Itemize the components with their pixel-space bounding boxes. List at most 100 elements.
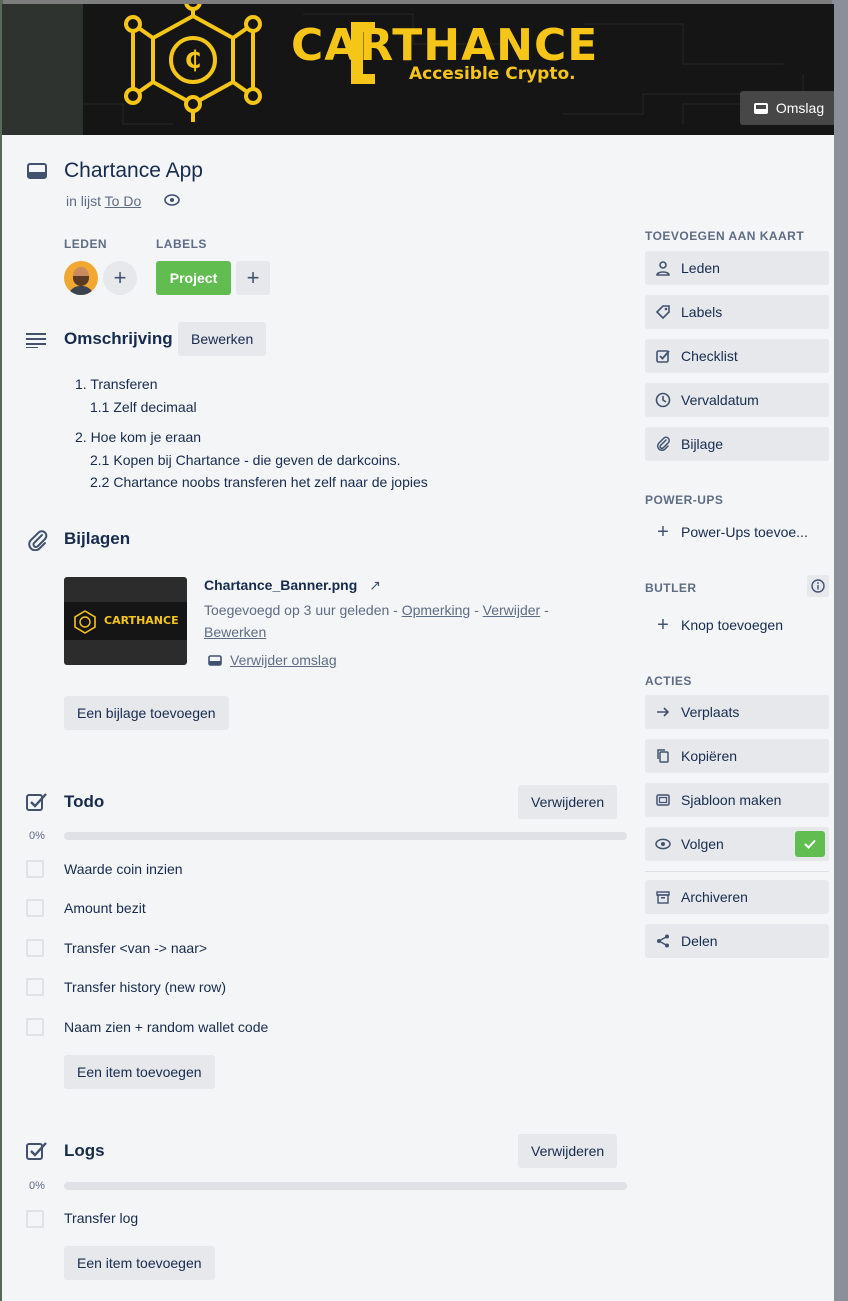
attachment-edit-link[interactable]: Bewerken [204, 624, 266, 640]
sidebar-copy-label: Kopiëren [681, 748, 738, 764]
actions-heading: ACTIES [645, 674, 692, 688]
cover-icon [753, 102, 768, 114]
member-avatar[interactable] [64, 261, 98, 295]
description-line-5: 2.2 Chartance noobs transferen het zelf … [90, 474, 428, 490]
description-edit-button[interactable]: Bewerken [178, 322, 267, 356]
remove-cover-action[interactable]: Verwijder omslag [208, 652, 337, 668]
checklist-item[interactable]: Naam zien + random wallet code [64, 1019, 268, 1035]
sidebar-attachment-button[interactable]: Bijlage [645, 427, 829, 461]
powerups-heading: POWER-UPS [645, 493, 724, 507]
cover-icon [208, 654, 222, 666]
person-icon [656, 261, 670, 276]
list-name-link[interactable]: To Do [105, 193, 142, 209]
sidebar-members-button[interactable]: Leden [645, 251, 829, 285]
checklist-item-checkbox[interactable] [26, 1210, 44, 1228]
sidebar-follow-button[interactable]: Volgen [645, 827, 829, 861]
checklist-item[interactable]: Transfer log [64, 1210, 138, 1226]
attachment-comment-link[interactable]: Opmerking [402, 602, 470, 618]
sidebar-members-label: Leden [681, 260, 720, 276]
checklist-item[interactable]: Transfer <van -> naar> [64, 940, 207, 956]
sidebar-move-label: Verplaats [681, 704, 740, 720]
add-butler-button[interactable]: + Knop toevoegen [645, 608, 829, 642]
attachments-title: Bijlagen [64, 529, 131, 548]
card-detail-window: ₵ CARTHANCE Accesible Crypto. Omslag Cha… [2, 4, 834, 1301]
sidebar-archive-button[interactable]: Archiveren [645, 880, 829, 914]
checklist-title-todo[interactable]: Todo [64, 792, 104, 812]
add-powerups-label: Power-Ups toevoe... [681, 524, 808, 540]
checklist-item[interactable]: Waarde coin inzien [64, 861, 183, 877]
attachment-delete-link[interactable]: Verwijder [483, 602, 541, 618]
list-location: in lijst To Do [66, 193, 141, 209]
plus-icon: + [657, 613, 669, 636]
plus-icon: + [657, 520, 669, 543]
add-checklist-item-button[interactable]: Een item toevoegen [64, 1055, 215, 1089]
thumbnail-logo-icon [74, 610, 96, 634]
checklist-item[interactable]: Transfer history (new row) [64, 979, 226, 995]
attachment-separator: - [544, 602, 549, 618]
checklist-icon [26, 793, 47, 811]
checklist-item-checkbox[interactable] [26, 1018, 44, 1036]
checklist-progress-bar [64, 1182, 627, 1190]
checklist-item-checkbox[interactable] [26, 978, 44, 996]
template-icon [656, 794, 670, 806]
checklist-icon [26, 1142, 47, 1160]
description-line-4: 2.1 Kopen bij Chartance - die geven de d… [90, 452, 401, 468]
plus-icon: + [246, 265, 260, 290]
label-project[interactable]: Project [156, 261, 231, 295]
clock-icon [655, 392, 671, 408]
sidebar-labels-label: Labels [681, 304, 723, 320]
checklist-title-logs[interactable]: Logs [64, 1141, 105, 1161]
svg-text:₵: ₵ [185, 46, 202, 74]
add-powerups-button[interactable]: + Power-Ups toevoe... [645, 515, 829, 549]
card-icon [27, 163, 47, 179]
description-line-1: 1. Transferen [75, 376, 158, 392]
sidebar-share-button[interactable]: Delen [645, 924, 829, 958]
labels-heading: LABELS [156, 237, 207, 251]
share-icon [657, 934, 669, 948]
sidebar-checklist-label: Checklist [681, 348, 738, 364]
add-attachment-button[interactable]: Een bijlage toevoegen [64, 696, 229, 730]
checklist-delete-button[interactable]: Verwijderen [518, 1134, 618, 1168]
card-cover: ₵ CARTHANCE Accesible Crypto. Omslag [2, 4, 834, 135]
attachment-filename[interactable]: Chartance_Banner.png ↗ [204, 577, 381, 594]
description-icon [26, 333, 46, 348]
add-member-button[interactable]: + [103, 261, 137, 295]
checklist-item-checkbox[interactable] [26, 860, 44, 878]
cover-image[interactable]: ₵ CARTHANCE Accesible Crypto. [83, 4, 834, 135]
sidebar-share-label: Delen [681, 933, 718, 949]
sidebar-archive-label: Archiveren [681, 889, 748, 905]
members-heading: LEDEN [64, 237, 108, 251]
add-label-button[interactable]: + [236, 261, 270, 295]
card-title[interactable]: Chartance App [64, 159, 203, 183]
attachment-separator: - [474, 602, 479, 618]
checklist-icon [656, 350, 670, 363]
sidebar-due-date-label: Vervaldatum [681, 392, 759, 408]
attachment-added-text: Toegevoegd op 3 uur geleden - [204, 602, 398, 618]
sidebar-due-date-button[interactable]: Vervaldatum [645, 383, 829, 417]
checklist-progress-percent: 0% [29, 1180, 45, 1192]
sidebar-divider [645, 871, 829, 872]
checklist-item[interactable]: Amount bezit [64, 900, 146, 916]
checklist-item-checkbox[interactable] [26, 899, 44, 917]
add-checklist-item-button[interactable]: Een item toevoegen [64, 1246, 215, 1280]
thumbnail-brand: CARTHANCE [104, 614, 179, 627]
attachment-thumbnail[interactable]: CARTHANCE [64, 577, 187, 665]
sidebar-labels-button[interactable]: Labels [645, 295, 829, 329]
copy-icon [657, 749, 669, 763]
plus-icon: + [113, 265, 127, 290]
sidebar-move-button[interactable]: Verplaats [645, 695, 829, 729]
butler-info-button[interactable] [807, 575, 829, 597]
archive-icon [656, 891, 670, 904]
cover-left-edge [2, 4, 83, 135]
sidebar-copy-button[interactable]: Kopiëren [645, 739, 829, 773]
following-check-badge [795, 831, 825, 857]
external-link-icon[interactable]: ↗ [369, 577, 381, 593]
attachment-filename-text[interactable]: Chartance_Banner.png [204, 577, 357, 593]
cover-button[interactable]: Omslag [740, 91, 834, 125]
attachment-meta: Toegevoegd op 3 uur geleden - Opmerking … [204, 599, 604, 643]
checklist-item-checkbox[interactable] [26, 939, 44, 957]
checklist-delete-button[interactable]: Verwijderen [518, 785, 618, 819]
remove-cover-link[interactable]: Verwijder omslag [230, 652, 337, 668]
sidebar-checklist-button[interactable]: Checklist [645, 339, 829, 373]
sidebar-template-button[interactable]: Sjabloon maken [645, 783, 829, 817]
